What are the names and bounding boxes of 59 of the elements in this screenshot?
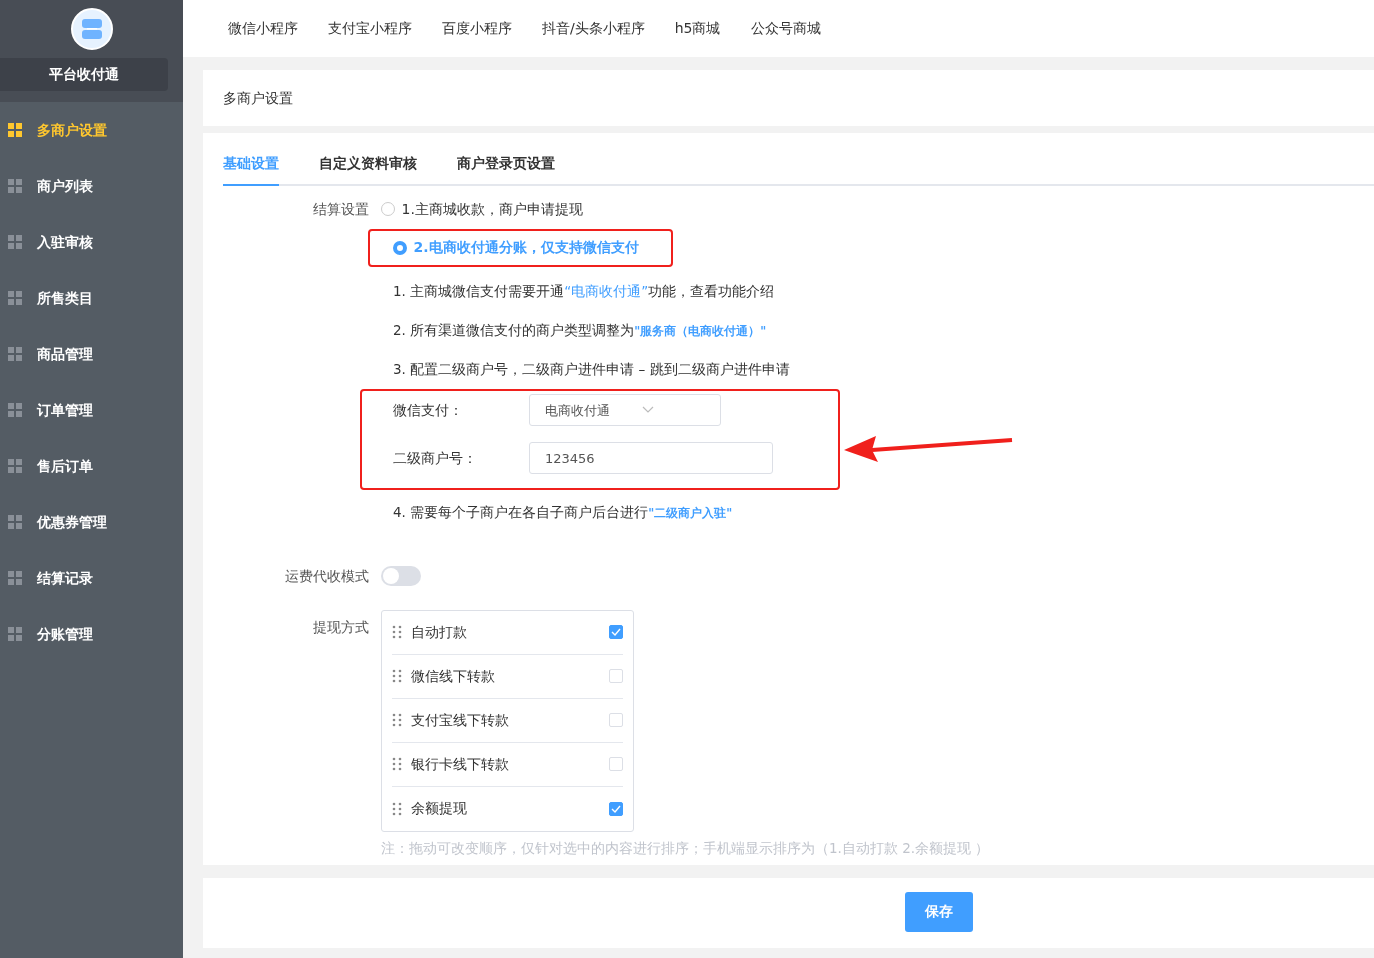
option-label: 银行卡线下转款 bbox=[411, 754, 509, 774]
sidebar-item[interactable]: 结算记录 bbox=[0, 550, 183, 606]
select-field[interactable]: 电商收付通 bbox=[529, 394, 721, 427]
grid-icon bbox=[8, 403, 22, 417]
drag-handle-icon[interactable] bbox=[392, 801, 402, 816]
platform-tab[interactable]: h5商城 bbox=[674, 18, 721, 39]
sidebar-item[interactable]: 所售类目 bbox=[0, 270, 183, 326]
grid-icon bbox=[8, 179, 22, 193]
platform-tab[interactable]: 支付宝小程序 bbox=[328, 18, 412, 39]
sidebar-item[interactable]: 订单管理 bbox=[0, 382, 183, 438]
note-text: 1. 主商城微信支付需要开通“电商收付通”功能，查看功能介绍 bbox=[393, 281, 776, 301]
drag-handle-icon[interactable] bbox=[392, 757, 402, 771]
drag-handle-icon[interactable] bbox=[392, 713, 402, 727]
field-label: 提现方式 bbox=[312, 617, 370, 637]
grid-icon bbox=[8, 123, 22, 137]
sidebar-item[interactable]: 商品管理 bbox=[0, 326, 183, 382]
sidebar-item[interactable]: 多商户设置 bbox=[0, 102, 183, 158]
tab[interactable]: 自定义资料审核 bbox=[319, 152, 417, 186]
field-label: 微信支付： bbox=[393, 400, 464, 420]
grid-icon bbox=[8, 459, 22, 473]
sidebar-item[interactable]: 优惠券管理 bbox=[0, 494, 183, 550]
checkbox[interactable] bbox=[609, 801, 623, 816]
sidebar-item[interactable]: 售后订单 bbox=[0, 438, 183, 494]
toggle-switch[interactable] bbox=[381, 566, 421, 586]
field-label: 结算设置 bbox=[312, 199, 370, 219]
note-text: 2. 所有渠道微信支付的商户类型调整为"服务商（电商收付通）" bbox=[393, 320, 768, 340]
page-title: 多商户设置 bbox=[223, 88, 293, 108]
platform-tab[interactable]: 微信小程序 bbox=[228, 18, 298, 39]
option-label: 支付宝线下转款 bbox=[411, 710, 509, 730]
chevron-down-icon bbox=[642, 406, 654, 415]
grid-icon bbox=[8, 627, 22, 641]
platform-tab[interactable]: 百度小程序 bbox=[442, 18, 512, 39]
platform-tab[interactable]: 公众号商城 bbox=[750, 18, 821, 39]
checkbox[interactable] bbox=[609, 625, 623, 639]
tab[interactable]: 商户登录页设置 bbox=[457, 152, 555, 186]
grid-icon bbox=[8, 571, 22, 585]
note-text: 4. 需要每个子商户在各自子商户后台进行"二级商户入驻" bbox=[393, 503, 734, 523]
note-text: 3. 配置二级商户号，二级商户进件申请 – 跳到二级商户进件申请 bbox=[393, 360, 791, 379]
grid-icon bbox=[8, 235, 22, 249]
store-icon bbox=[79, 18, 104, 40]
option-label: 微信线下转款 bbox=[411, 666, 495, 686]
grid-icon bbox=[8, 515, 22, 529]
field-label: 运费代收模式 bbox=[284, 566, 370, 586]
sidebar-item[interactable]: 入驻审核 bbox=[0, 214, 183, 270]
sidebar-item[interactable]: 商户列表 bbox=[0, 158, 183, 214]
radio-label[interactable]: 1.主商城收款，商户申请提现 bbox=[401, 198, 583, 220]
input-field[interactable]: 123456 bbox=[529, 442, 773, 475]
sidebar-title: 平台收付通 bbox=[0, 58, 168, 91]
hint-text: 注：拖动可改变顺序，仅针对选中的内容进行排序；手机端显示排序为（1.自动打款 2.余额提现 ） bbox=[381, 839, 990, 858]
option-label: 自动打款 bbox=[411, 622, 467, 642]
drag-handle-icon[interactable] bbox=[392, 625, 402, 639]
grid-icon bbox=[8, 347, 22, 361]
sidebar-item[interactable]: 分账管理 bbox=[0, 606, 183, 662]
platform-tab[interactable]: 抖音/头条小程序 bbox=[542, 18, 645, 39]
drag-handle-icon[interactable] bbox=[392, 669, 402, 683]
field-label: 二级商户号： bbox=[393, 448, 478, 468]
option-label: 余额提现 bbox=[411, 799, 467, 818]
grid-icon bbox=[8, 291, 22, 305]
radio-button[interactable] bbox=[393, 240, 407, 255]
